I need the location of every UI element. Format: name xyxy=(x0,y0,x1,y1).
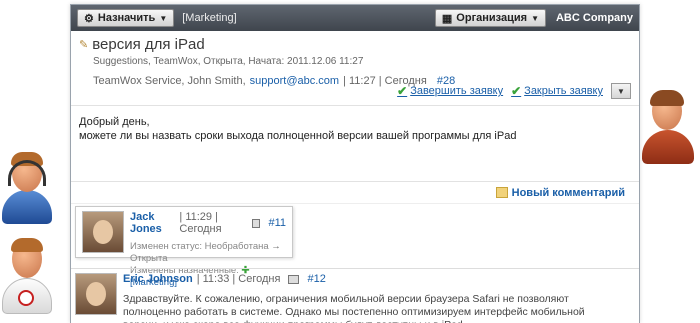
author-email-link[interactable]: support@abc.com xyxy=(250,75,339,87)
new-comment-label: Новый комментарий xyxy=(511,186,625,199)
complete-task-button[interactable]: ✔ Завершить заявку xyxy=(397,84,503,98)
arrow-right-icon: → xyxy=(271,241,281,252)
comment-text: Здравствуйте. К сожалению, ограничения м… xyxy=(123,293,585,323)
organization-label: Организация xyxy=(456,12,528,24)
assign-icon: ⚙ xyxy=(84,12,94,25)
note-icon xyxy=(495,187,508,198)
comment-item: Eric Johnson | 11:33 | Сегодня #12 Здрав… xyxy=(71,268,639,323)
task-author: TeamWox Service, John Smith, xyxy=(93,75,246,87)
avatar-face xyxy=(93,220,113,244)
print-icon[interactable] xyxy=(288,274,300,284)
status-to: Открыта xyxy=(130,253,168,264)
comment-time: | 11:29 | Сегодня xyxy=(179,211,222,235)
bug-badge-icon xyxy=(18,290,34,306)
chevron-down-icon: ▼ xyxy=(159,13,168,23)
building-icon: ▦ xyxy=(441,12,453,25)
organization-button[interactable]: ▦ Организация ▼ xyxy=(434,9,546,27)
comment-time: | 11:33 | Сегодня xyxy=(196,273,281,285)
task-window: ⚙ Назначить ▼ [Marketing] ▦ Организация … xyxy=(70,4,640,323)
assigned-tag: [Marketing] xyxy=(182,12,237,24)
message-line: можете ли вы назвать сроки выхода полноц… xyxy=(79,130,517,142)
assign-button[interactable]: ⚙ Назначить ▼ xyxy=(77,9,175,27)
close-task-button[interactable]: ✔ Закрыть заявку xyxy=(511,84,603,98)
task-subtitle: Suggestions, TeamWox, Открыта, Начата: 2… xyxy=(93,56,364,67)
page-title: версия для iPad xyxy=(92,36,205,53)
company-name: ABC Company xyxy=(555,12,633,24)
figure-hair xyxy=(11,238,43,252)
toolbar: ⚙ Назначить ▼ [Marketing] ▦ Организация … xyxy=(71,5,639,31)
chevron-down-icon: ▼ xyxy=(617,86,625,96)
comment-item: Jack Jones | 11:29 | Сегодня #11 Изменен… xyxy=(75,206,293,288)
customer-figure xyxy=(638,90,696,166)
assign-label: Назначить xyxy=(97,12,156,24)
figure-hair xyxy=(650,90,684,106)
task-header: ✎ версия для iPad Suggestions, TeamWox, … xyxy=(71,31,639,106)
chevron-down-icon: ▼ xyxy=(531,13,539,23)
comment-author-link[interactable]: Jack Jones xyxy=(130,211,175,235)
comment-number-link[interactable]: #12 xyxy=(307,273,325,285)
message-line: Добрый день, xyxy=(79,116,150,128)
avatar xyxy=(75,273,117,315)
new-comment-button[interactable]: Новый комментарий xyxy=(495,186,625,199)
more-actions-button[interactable]: ▼ xyxy=(611,83,631,99)
comment-author-link[interactable]: Eric Johnson xyxy=(123,273,193,285)
support-agent-figure xyxy=(2,150,54,224)
check-icon: ✔ xyxy=(397,84,408,98)
avatar-face xyxy=(86,282,106,306)
status-change-label: Изменен статус: xyxy=(130,241,202,252)
task-message: Добрый день, можете ли вы назвать сроки … xyxy=(71,106,639,182)
print-icon[interactable] xyxy=(251,218,261,228)
figure-body xyxy=(642,130,694,164)
pencil-icon: ✎ xyxy=(79,39,89,51)
status-from: Необработана xyxy=(204,241,269,252)
check-icon: ✔ xyxy=(511,84,522,98)
developer-figure xyxy=(2,236,54,316)
figure-body xyxy=(2,190,52,224)
close-task-label: Закрыть заявку xyxy=(524,85,603,97)
avatar xyxy=(82,211,124,253)
new-comment-bar: Новый комментарий xyxy=(71,182,639,204)
comment-number-link[interactable]: #11 xyxy=(268,217,286,229)
complete-task-label: Завершить заявку xyxy=(410,85,504,97)
